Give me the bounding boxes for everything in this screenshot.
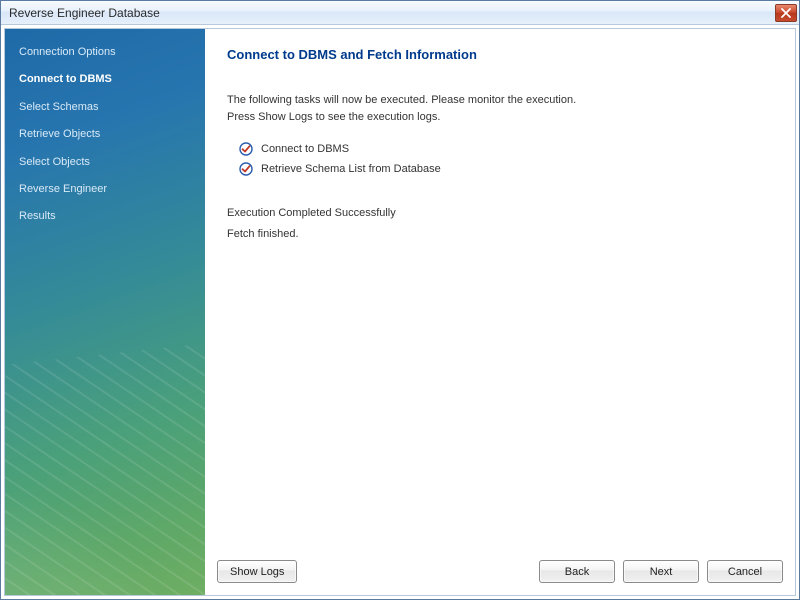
show-logs-button[interactable]: Show Logs	[217, 560, 297, 583]
task-label: Retrieve Schema List from Database	[261, 163, 441, 175]
intro-text: The following tasks will now be executed…	[227, 92, 773, 125]
task-list: Connect to DBMS Retrieve Schema List fro…	[239, 139, 773, 179]
status-line-2: Fetch finished.	[227, 224, 773, 245]
task-row: Retrieve Schema List from Database	[239, 159, 773, 179]
sidebar-item-select-objects[interactable]: Select Objects	[5, 149, 205, 176]
window-title: Reverse Engineer Database	[9, 6, 775, 20]
back-button[interactable]: Back	[539, 560, 615, 583]
task-row: Connect to DBMS	[239, 139, 773, 159]
dialog-body: Connection Options Connect to DBMS Selec…	[4, 28, 796, 596]
sidebar-item-results[interactable]: Results	[5, 203, 205, 230]
sidebar-item-connect-to-dbms[interactable]: Connect to DBMS	[5, 66, 205, 93]
task-label: Connect to DBMS	[261, 143, 349, 155]
sidebar-item-connection-options[interactable]: Connection Options	[5, 39, 205, 66]
close-button[interactable]	[775, 4, 797, 22]
sidebar-item-retrieve-objects[interactable]: Retrieve Objects	[5, 121, 205, 148]
cancel-button[interactable]: Cancel	[707, 560, 783, 583]
dialog-window: Reverse Engineer Database Connection Opt…	[0, 0, 800, 600]
button-row: Show Logs Back Next Cancel	[205, 552, 795, 595]
next-button[interactable]: Next	[623, 560, 699, 583]
close-icon	[781, 8, 791, 18]
sidebar-item-reverse-engineer[interactable]: Reverse Engineer	[5, 176, 205, 203]
titlebar[interactable]: Reverse Engineer Database	[1, 1, 799, 25]
page-heading: Connect to DBMS and Fetch Information	[227, 47, 773, 62]
content-area: Connect to DBMS and Fetch Information Th…	[205, 29, 795, 552]
main-panel: Connect to DBMS and Fetch Information Th…	[205, 29, 795, 595]
sidebar-item-select-schemas[interactable]: Select Schemas	[5, 94, 205, 121]
status-block: Execution Completed Successfully Fetch f…	[227, 203, 773, 245]
intro-line-2: Press Show Logs to see the execution log…	[227, 109, 773, 126]
wizard-sidebar: Connection Options Connect to DBMS Selec…	[5, 29, 205, 595]
checkmark-icon	[239, 162, 253, 176]
status-line-1: Execution Completed Successfully	[227, 203, 773, 224]
checkmark-icon	[239, 142, 253, 156]
intro-line-1: The following tasks will now be executed…	[227, 92, 773, 109]
